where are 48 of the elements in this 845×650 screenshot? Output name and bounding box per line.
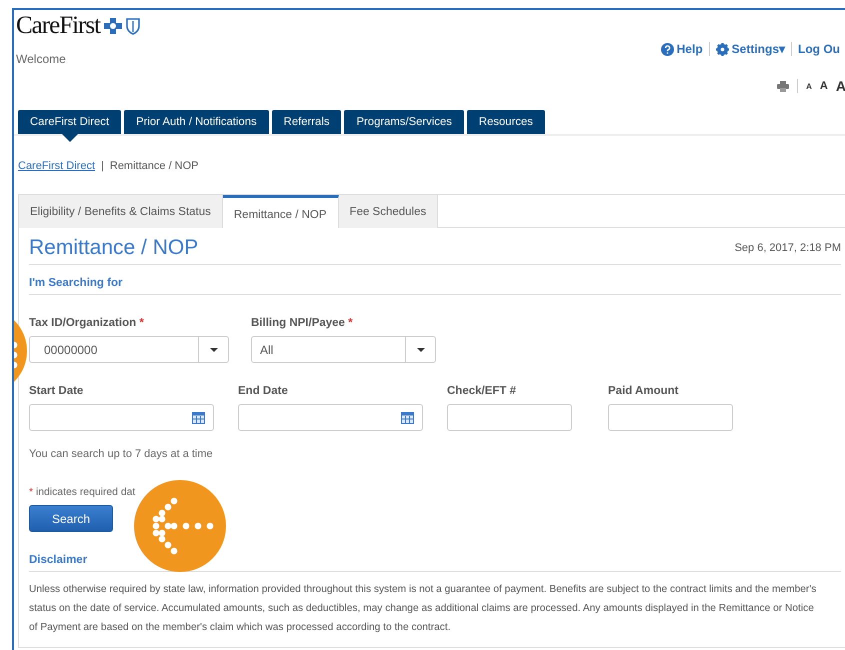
page-title: Remittance / NOP: [29, 236, 198, 260]
field-label: Billing NPI/Payee *: [251, 317, 354, 329]
dropdown[interactable]: All: [251, 336, 436, 363]
shield-logo-icon: [126, 18, 140, 34]
breadcrumb-current: Remittance / NOP: [110, 160, 199, 172]
date-field[interactable]: [238, 404, 423, 431]
font-size-button[interactable]: A: [806, 82, 812, 90]
input-field[interactable]: [608, 404, 733, 431]
header-link[interactable]: Log Ou: [798, 42, 840, 56]
search-button[interactable]: Search: [29, 505, 113, 532]
required-note: * indicates required dat: [29, 487, 136, 498]
panel-tab[interactable]: Eligibility / Benefits & Claims Status: [19, 195, 223, 228]
disclaimer-text: Unless otherwise required by state law, information provided throughout this system is not a guarantee of payment. Benefits are subject to the contract limits and the member's status on the date of service. Accumulated amounts, such as deductibles, may change as additional claims are processed. Any amounts displayed in the Remittance or Notice of Payment are based on the member's claim which was processed according to the contract.: [29, 583, 818, 635]
nav-tab[interactable]: Referrals: [272, 110, 342, 134]
help-icon: [660, 42, 674, 56]
breadcrumb-link[interactable]: CareFirst Direct: [18, 160, 96, 172]
field-label: Check/EFT #: [447, 385, 518, 397]
input-field[interactable]: [447, 404, 572, 431]
hint-text: You can search up to 7 days at a time: [29, 448, 214, 460]
nav-tab[interactable]: Programs/Services: [344, 110, 464, 134]
print-icon[interactable]: [777, 80, 790, 92]
calendar-icon: [192, 411, 205, 424]
header-link[interactable]: Help: [660, 42, 703, 56]
timestamp: Sep 6, 2017, 2:18 PM: [734, 242, 841, 254]
welcome-text: Welcome: [16, 52, 67, 66]
field-label: Start Date: [29, 385, 84, 397]
field-label: Tax ID/Organization *: [29, 317, 145, 329]
breadcrumb-separator: |: [101, 160, 104, 172]
date-field[interactable]: [29, 404, 214, 431]
section-title: I'm Searching for: [29, 277, 841, 295]
caret-icon: [416, 348, 424, 352]
required-mark: *: [139, 317, 144, 329]
nav-tab[interactable]: Resources: [466, 110, 545, 134]
cross-logo-icon: [104, 18, 122, 34]
field-label: End Date: [238, 385, 289, 397]
nav-tab[interactable]: Prior Auth / Notifications: [124, 110, 269, 134]
header-link[interactable]: Settings▾: [716, 42, 785, 56]
caret-icon: [210, 348, 218, 352]
required-mark: *: [348, 317, 353, 329]
dropdown[interactable]: 00000000: [29, 336, 229, 363]
field-label: Paid Amount: [608, 385, 680, 397]
logo: CareFirst: [16, 12, 100, 40]
panel-tab[interactable]: Remittance / NOP: [222, 195, 339, 228]
panel-tab[interactable]: Fee Schedules: [338, 195, 438, 228]
tab-pointer-icon: [62, 134, 78, 142]
calendar-icon: [401, 411, 414, 424]
settings-icon: [716, 42, 729, 56]
font-size-button[interactable]: A: [820, 80, 828, 92]
